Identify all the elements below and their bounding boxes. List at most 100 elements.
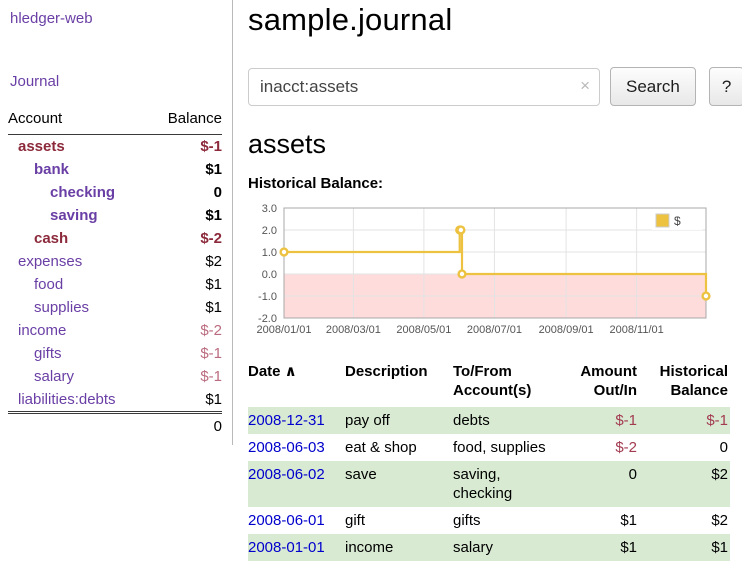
account-link-salary[interactable]: salary	[34, 368, 74, 385]
x-tick-label: 2008/09/01	[539, 324, 594, 336]
register-row[interactable]: 2008-01-01incomesalary$1$1	[248, 534, 730, 561]
chart-title: Historical Balance:	[248, 175, 742, 192]
x-tick-label: 2008/01/01	[256, 324, 311, 336]
data-point	[703, 293, 710, 300]
account-balance: $-2	[150, 227, 222, 250]
register-row[interactable]: 2008-06-02 savesaving, checking0$2	[248, 461, 730, 507]
accounts-header-account: Account	[8, 108, 150, 135]
search-bar: × Search ?	[248, 67, 742, 106]
app-title-link[interactable]: hledger-web	[10, 10, 93, 27]
account-link-expenses[interactable]: expenses	[18, 253, 82, 270]
register-column-header-4: Historical Balance	[647, 360, 730, 407]
accounts-total-row: 0	[8, 413, 222, 440]
transaction-accounts: gifts	[453, 507, 573, 534]
accounts-header-balance: Balance	[150, 108, 222, 135]
account-balance: $-2	[150, 319, 222, 342]
help-button[interactable]: ?	[709, 67, 742, 106]
transaction-description: gift	[345, 507, 453, 534]
accounts-table-body: assets$-1bank$1checking0saving$1cash$-2e…	[8, 135, 222, 413]
y-tick-label: -1.0	[258, 291, 277, 303]
account-link-income[interactable]: income	[18, 322, 66, 339]
y-tick-label: 0.0	[262, 269, 277, 281]
transaction-balance: $1	[647, 534, 730, 561]
account-link-food[interactable]: food	[34, 276, 63, 293]
account-balance: $-1	[150, 365, 222, 388]
accounts-table: Account Balance assets $-1 bank $1 checking 0…	[8, 108, 222, 439]
transaction-description: pay off	[345, 407, 453, 434]
legend-swatch	[656, 214, 669, 227]
account-link-liabilities-debts[interactable]: liabilities:debts	[18, 391, 116, 408]
accounts-total-spacer	[8, 413, 150, 440]
x-tick-label: 2008/11/01	[610, 324, 664, 336]
account-balance: $-1	[150, 342, 222, 365]
account-balance: $1	[150, 388, 222, 413]
account-link-supplies[interactable]: supplies	[34, 299, 89, 316]
account-balance: $1	[150, 296, 222, 319]
register-table: Date ∧DescriptionTo/From Account(s)Amoun…	[248, 360, 730, 561]
register-column-header-0[interactable]: Date ∧	[248, 360, 345, 407]
account-row: gifts $-1	[8, 342, 222, 365]
account-row: salary $-1	[8, 365, 222, 388]
transaction-accounts: saving, checking	[453, 461, 573, 507]
transaction-date-link[interactable]: 2008-06-01	[248, 512, 325, 529]
legend-label: $	[674, 214, 681, 228]
historical-balance-chart: 3.02.01.00.0-1.0-2.02008/01/012008/03/01…	[248, 198, 718, 340]
account-balance: $1	[150, 273, 222, 296]
x-tick-label: 2008/05/01	[396, 324, 451, 336]
transaction-balance: 0	[647, 434, 730, 461]
journal-link[interactable]: Journal	[10, 73, 59, 90]
account-row: income $-2	[8, 319, 222, 342]
account-title: assets	[248, 129, 742, 160]
register-row[interactable]: 2008-06-03eat & shopfood, supplies$-20	[248, 434, 730, 461]
account-row: assets $-1	[8, 135, 222, 159]
app-layout: hledger-web Journal Account Balance asse…	[0, 0, 742, 561]
account-link-saving[interactable]: saving	[50, 207, 98, 224]
transaction-amount: $-2	[573, 434, 647, 461]
account-row: checking 0	[8, 181, 222, 204]
account-row: liabilities:debts $1	[8, 388, 222, 413]
account-row: food $1	[8, 273, 222, 296]
transaction-date-link[interactable]: 2008-06-02	[248, 466, 325, 483]
account-balance: $1	[150, 204, 222, 227]
register-row[interactable]: 2008-12-31pay offdebts$-1$-1	[248, 407, 730, 434]
clear-search-icon[interactable]: ×	[580, 77, 590, 94]
transaction-date-link[interactable]: 2008-06-03	[248, 439, 325, 456]
data-point	[459, 271, 466, 278]
account-row: expenses$2	[8, 250, 222, 273]
transaction-date-link[interactable]: 2008-01-01	[248, 539, 325, 556]
transaction-amount: $1	[573, 534, 647, 561]
transaction-date-link[interactable]: 2008-12-31	[248, 412, 325, 429]
page-title: sample.journal	[248, 2, 742, 38]
account-link-checking[interactable]: checking	[50, 184, 115, 201]
search-input[interactable]	[248, 68, 600, 106]
account-link-assets[interactable]: assets	[18, 138, 65, 155]
account-balance: $1	[150, 158, 222, 181]
account-balance: 0	[150, 181, 222, 204]
account-link-gifts[interactable]: gifts	[34, 345, 62, 362]
register-column-header-1: Description	[345, 360, 453, 407]
account-row: bank $1	[8, 158, 222, 181]
register-column-header-2: To/From Account(s)	[453, 360, 573, 407]
search-button[interactable]: Search	[610, 67, 696, 106]
account-row: supplies $1	[8, 296, 222, 319]
transaction-balance: $2	[647, 461, 730, 507]
account-link-cash[interactable]: cash	[34, 230, 68, 247]
transaction-balance: $2	[647, 507, 730, 534]
transaction-amount: $1	[573, 507, 647, 534]
balance-chart-svg: 3.02.01.00.0-1.0-2.02008/01/012008/03/01…	[248, 198, 718, 340]
account-row: cash $-2	[8, 227, 222, 250]
x-tick-label: 2008/03/01	[326, 324, 381, 336]
transaction-description: save	[345, 461, 453, 507]
data-point	[281, 249, 288, 256]
account-balance: $-1	[150, 135, 222, 159]
y-tick-label: 2.0	[262, 225, 277, 237]
transaction-amount: $-1	[573, 407, 647, 434]
search-box: ×	[248, 68, 600, 106]
account-link-bank[interactable]: bank	[34, 161, 69, 178]
register-table-body: 2008-12-31pay offdebts$-1$-12008-06-03ea…	[248, 407, 730, 561]
transaction-balance: $-1	[647, 407, 730, 434]
transaction-description: income	[345, 534, 453, 561]
transaction-accounts: salary	[453, 534, 573, 561]
register-row[interactable]: 2008-06-01 giftgifts$1$2	[248, 507, 730, 534]
transaction-amount: 0	[573, 461, 647, 507]
